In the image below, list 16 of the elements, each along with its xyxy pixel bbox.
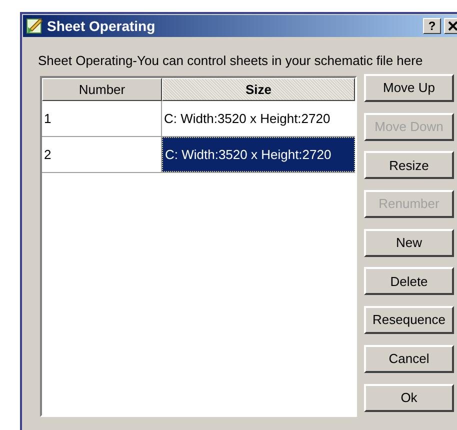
table-cell-text: C: Width:3520 x Height:2720: [163, 110, 332, 128]
window-title: Sheet Operating: [47, 16, 156, 36]
dialog-button[interactable]: Ok: [364, 384, 454, 412]
dialog-button[interactable]: New: [364, 228, 454, 257]
dialog-button[interactable]: Resize: [364, 151, 454, 180]
column-header[interactable]: Number: [42, 78, 162, 101]
help-button[interactable]: ?: [423, 18, 441, 34]
dialog-button[interactable]: Resequence: [364, 306, 454, 334]
table-row[interactable]: 2 C: Width:3520 x Height:2720: [42, 137, 355, 173]
table-cell: 1: [42, 101, 162, 136]
dialog-button[interactable]: Move Up: [364, 74, 454, 102]
dialog-button[interactable]: Delete: [364, 267, 454, 296]
table-cell: C: Width:3520 x Height:2720: [162, 137, 355, 172]
description-text: Sheet Operating-You can control sheets in your schematic file here: [38, 53, 423, 68]
dialog-button[interactable]: Cancel: [364, 344, 454, 373]
column-header[interactable]: Size: [162, 78, 355, 101]
